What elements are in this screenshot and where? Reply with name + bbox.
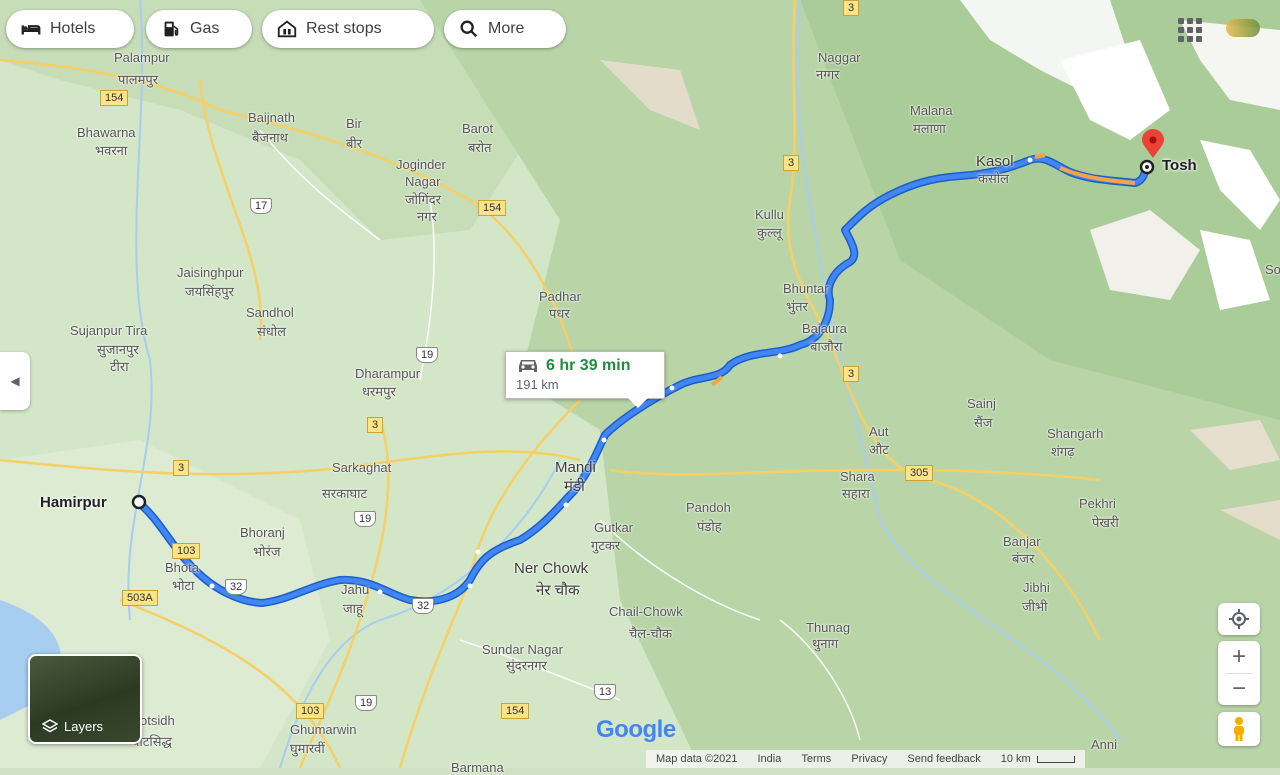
search-icon [460,20,478,38]
pegman-icon [1234,717,1244,741]
layers-button[interactable]: Layers [28,654,142,744]
google-logo: Google [596,716,676,744]
rest-stop-icon [277,20,297,38]
scale-bar[interactable]: 10 km [1001,753,1075,765]
route-info-card[interactable]: 6 hr 39 min 191 km [505,351,665,399]
hotels-label: Hotels [50,20,96,37]
my-location-icon [1229,609,1249,629]
zoom-controls: + − [1218,641,1260,705]
privacy-link[interactable]: Privacy [851,753,887,765]
hotels-chip[interactable]: Hotels [6,10,134,48]
car-icon [519,360,537,372]
rest-stops-chip[interactable]: Rest stops [262,10,434,48]
scale-label: 10 km [1000,753,1031,765]
terms-link[interactable]: Terms [801,753,831,765]
layers-icon [42,719,58,733]
account-avatar[interactable] [1226,19,1260,37]
gas-station-icon [164,21,179,37]
google-logo-text: Google [596,716,676,743]
send-feedback-link[interactable]: Send feedback [907,753,980,765]
country-link[interactable]: India [758,753,782,765]
more-label: More [488,20,525,37]
route-distance: 191 km [516,377,559,392]
more-chip[interactable]: More [444,10,566,48]
rest-stops-label: Rest stops [306,20,382,37]
collapse-panel-button[interactable]: ◀ [0,352,30,410]
map-data-text: Map data ©2021 [656,753,738,765]
street-view-button[interactable] [1218,712,1260,746]
bed-icon [21,25,41,35]
scale-line [1036,755,1075,763]
zoom-in-button[interactable]: + [1232,642,1246,673]
route-duration: 6 hr 39 min [546,357,631,374]
my-location-button[interactable] [1218,603,1260,635]
apps-grid-icon[interactable] [1174,14,1202,42]
map-footer: Map data ©2021 India Terms Privacy Send … [646,750,1085,768]
layers-label: Layers [64,718,104,734]
zoom-out-button[interactable]: − [1232,674,1246,705]
gas-label: Gas [190,20,220,37]
gas-chip[interactable]: Gas [146,10,252,48]
route-info-pointer [628,398,648,408]
chevron-left-icon: ◀ [10,374,20,388]
